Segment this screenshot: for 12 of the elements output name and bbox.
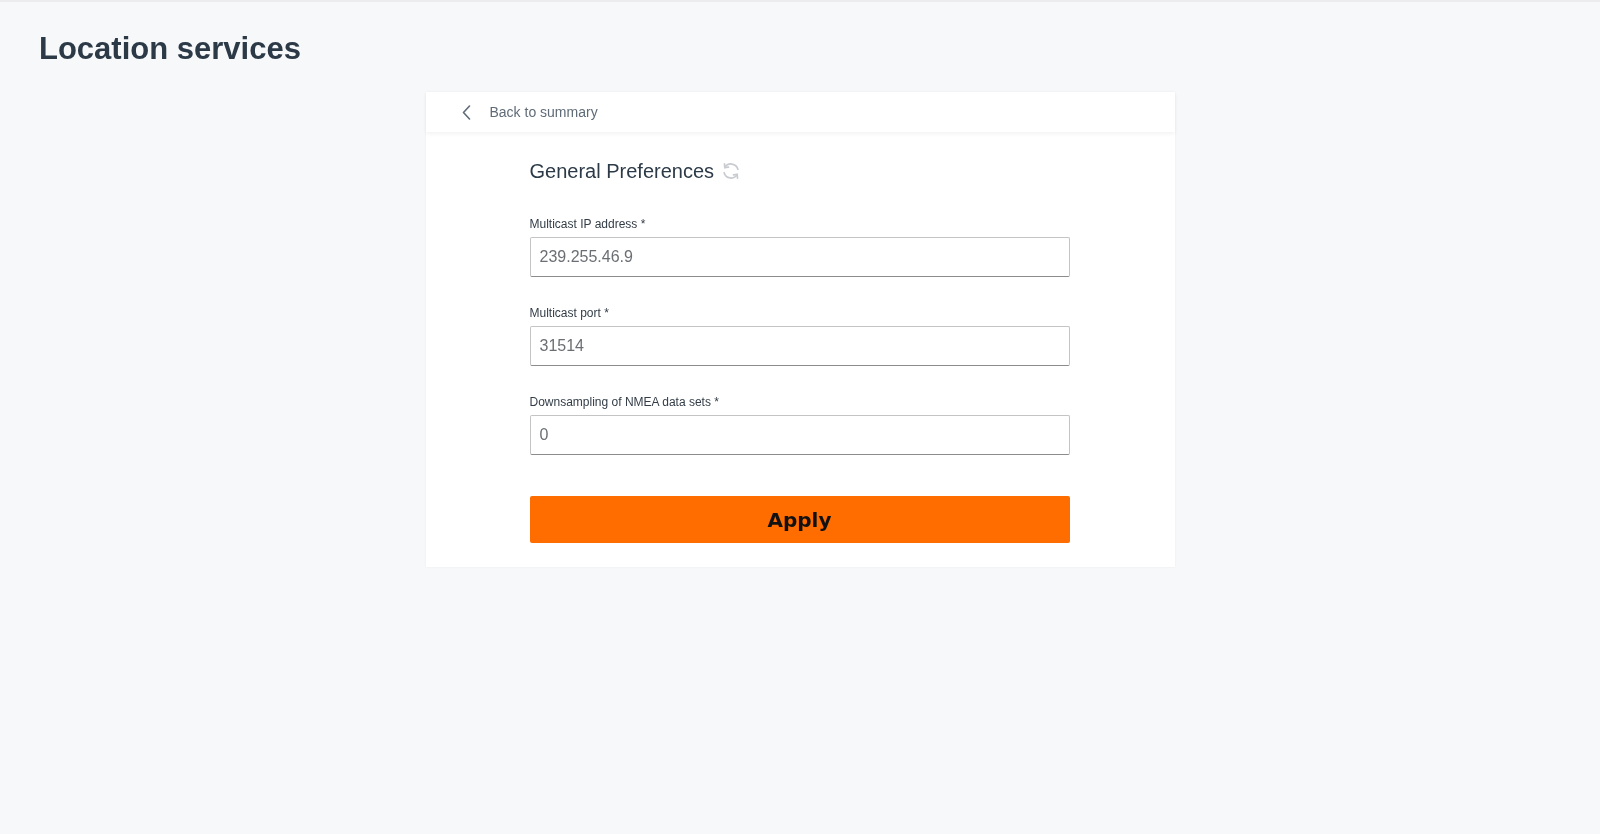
- section-title: General Preferences: [529, 159, 715, 184]
- input-field[interactable]: 31514: [529, 326, 1070, 366]
- refresh-icon[interactable]: [723, 163, 740, 179]
- back-link[interactable]: Back to summary: [461, 104, 598, 120]
- field-label: Multicast IP address *: [529, 216, 646, 232]
- input-field[interactable]: 0: [529, 415, 1070, 455]
- chevron-left-icon: [461, 104, 471, 120]
- field-label: Downsampling of NMEA data sets *: [529, 394, 719, 410]
- page-title: Location services: [39, 30, 301, 68]
- field-label: Multicast port *: [529, 305, 609, 321]
- apply-button[interactable]: Apply: [529, 496, 1070, 543]
- input-field[interactable]: 239.255.46.9: [529, 237, 1070, 277]
